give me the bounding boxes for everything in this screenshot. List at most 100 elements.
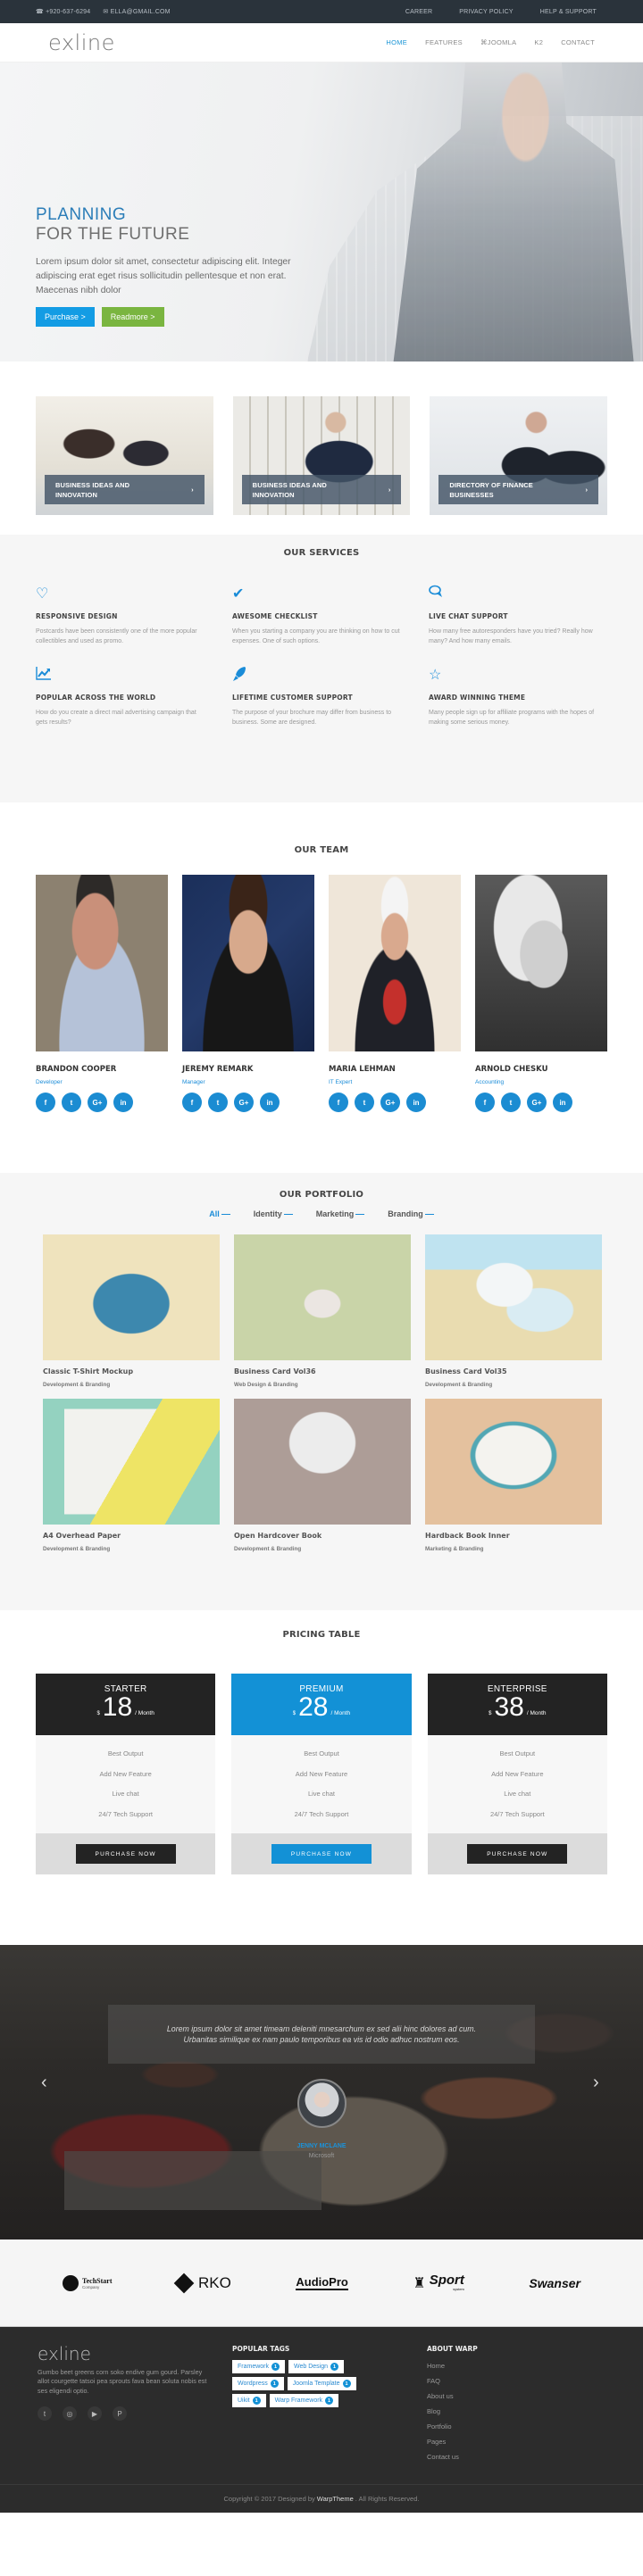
member-name: ARNOLD CHESKU — [475, 1065, 548, 1074]
tag-framework[interactable]: Framework 1 — [232, 2360, 286, 2373]
heart-icon: ♡ — [36, 586, 49, 602]
linkedin-icon[interactable]: in — [260, 1093, 280, 1112]
service-text: When you starting a company you are thin… — [232, 628, 400, 644]
services-section: OUR SERVICES ♡ RESPONSIVE DESIGN Postcar… — [0, 535, 643, 802]
linkedin-icon[interactable]: in — [113, 1093, 133, 1112]
twitter-icon[interactable]: t — [208, 1093, 228, 1112]
nav-item-home[interactable]: HOME — [386, 38, 407, 46]
pricing-title: PRICING TABLE — [282, 1630, 361, 1640]
footer-link-about[interactable]: About us — [427, 2392, 478, 2407]
chevron-right-icon[interactable]: › — [593, 2073, 599, 2093]
chevron-right-icon: › — [388, 486, 391, 494]
portfolio-item[interactable]: Business Card Vol35 Development & Brandi… — [425, 1234, 602, 1388]
twitter-icon[interactable]: t — [355, 1093, 374, 1112]
tag-uikit[interactable]: Uikit 1 — [232, 2394, 266, 2407]
portfolio-item[interactable]: Open Hardcover Book Development & Brandi… — [234, 1399, 411, 1552]
main-navbar: exline HOME FEATURES ⌘JOOMLA K2 CONTACT — [0, 23, 643, 62]
contact-email[interactable]: ✉ ELLA@GMAIL.COM — [103, 8, 170, 15]
member-role: Accounting — [475, 1079, 505, 1085]
client-logo-rko[interactable]: RKO — [173, 2273, 231, 2293]
service-title: RESPONSIVE DESIGN — [36, 612, 118, 620]
footer-link-contact[interactable]: Contact us — [427, 2453, 478, 2468]
facebook-icon[interactable]: f — [182, 1093, 202, 1112]
twitter-icon[interactable]: t — [38, 2406, 52, 2422]
feature-box[interactable]: BUSINESS IDEAS AND INNOVATION › — [232, 396, 411, 515]
pinterest-icon[interactable]: P — [113, 2406, 127, 2422]
portfolio-item[interactable]: Business Card Vol36 Web Design & Brandin… — [234, 1234, 411, 1388]
portfolio-item-category: Marketing & Branding — [425, 1546, 484, 1552]
filter-identity[interactable]: Identity — [254, 1209, 293, 1218]
google-plus-icon[interactable]: G+ — [380, 1093, 400, 1112]
topbar-link-help[interactable]: HELP & SUPPORT — [540, 9, 597, 15]
filter-branding[interactable]: Branding — [388, 1209, 434, 1218]
topbar-link-privacy[interactable]: PRIVACY POLICY — [459, 9, 514, 15]
site-logo[interactable]: exline — [48, 30, 115, 55]
business-card-image — [234, 1234, 411, 1360]
member-photo — [329, 875, 461, 1051]
footer-link-home[interactable]: Home — [427, 2362, 478, 2377]
google-plus-icon[interactable]: G+ — [88, 1093, 107, 1112]
filter-all[interactable]: All — [209, 1209, 230, 1218]
footer-link-blog[interactable]: Blog — [427, 2407, 478, 2422]
client-logo-techstart[interactable]: TechStart Company — [63, 2274, 112, 2291]
feature-box[interactable]: BUSINESS IDEAS AND INNOVATION › — [36, 396, 213, 515]
footer-link-faq[interactable]: FAQ — [427, 2377, 478, 2392]
team-section: OUR TEAM BRANDON COOPER Developer f t G+ in… — [0, 802, 643, 1173]
footer-link-pages[interactable]: Pages — [427, 2438, 478, 2453]
nav-item-features[interactable]: FEATURES — [425, 38, 463, 46]
chevron-right-icon: › — [191, 486, 194, 494]
twitter-icon[interactable]: t — [62, 1093, 81, 1112]
rocket-icon — [232, 666, 429, 686]
tag-warp-framework[interactable]: Warp Framework 1 — [269, 2394, 339, 2407]
chat-icon — [429, 585, 625, 604]
purchase-now-button[interactable]: PURCHASE NOW — [75, 1844, 176, 1864]
linkedin-icon[interactable]: in — [406, 1093, 426, 1112]
facebook-icon[interactable]: f — [329, 1093, 348, 1112]
readmore-button[interactable]: Readmore > — [101, 307, 164, 327]
client-logo-sport[interactable]: ♜ Sport system — [413, 2273, 464, 2292]
contact-phone[interactable]: ☎ +920-637-6294 — [36, 8, 90, 15]
purchase-button[interactable]: Purchase > — [36, 307, 95, 327]
client-logo-swanser[interactable]: Swanser — [529, 2276, 580, 2290]
pricing-section: PRICING TABLE STARTER $18/ Month Best Ou… — [0, 1610, 643, 1945]
service-text: How many free autoresponders have you tr… — [429, 628, 593, 644]
youtube-icon[interactable]: ▶ — [88, 2406, 102, 2422]
google-plus-icon[interactable]: G+ — [234, 1093, 254, 1112]
instagram-icon[interactable]: ◎ — [63, 2406, 77, 2422]
plan-features: Best Output Add New Feature Live chat 24/7 … — [427, 1735, 607, 1833]
twitter-icon[interactable]: t — [501, 1093, 521, 1112]
team-member: BRANDON COOPER Developer f t G+ in — [36, 875, 168, 1112]
purchase-now-button[interactable]: PURCHASE NOW — [467, 1844, 568, 1864]
portfolio-item[interactable]: Classic T-Shirt Mockup Development & Bra… — [43, 1234, 220, 1388]
portfolio-item[interactable]: Hardback Book Inner Marketing & Branding — [425, 1399, 602, 1552]
warptheme-link[interactable]: WarpTheme — [317, 2495, 354, 2503]
topbar-link-career[interactable]: CAREER — [405, 9, 432, 15]
service-text: The purpose of your brochure may differ … — [232, 710, 392, 726]
tag-web-design[interactable]: Web Design 1 — [288, 2360, 345, 2373]
bodybuilder-icon: ♜ — [413, 2275, 426, 2291]
portfolio-item-title: Open Hardcover Book — [234, 1532, 322, 1540]
tag-joomla-template[interactable]: Joomla Template 1 — [287, 2377, 356, 2390]
footer-description: Gumbo beet greens corn soko endive gum g… — [38, 2368, 207, 2395]
footer-link-portfolio[interactable]: Portfolio — [427, 2422, 478, 2438]
google-plus-icon[interactable]: G+ — [527, 1093, 547, 1112]
portfolio-item[interactable]: A4 Overhead Paper Development & Branding — [43, 1399, 220, 1552]
purchase-now-button[interactable]: PURCHASE NOW — [271, 1844, 372, 1864]
pricing-plan-starter: STARTER $18/ Month Best Output Add New Fe… — [36, 1674, 216, 1874]
feature-box[interactable]: DIRECTORY OF FINANCE BUSINESSES › — [430, 396, 608, 515]
diamond-icon — [173, 2273, 195, 2293]
filter-marketing[interactable]: Marketing — [316, 1209, 365, 1218]
footer-logo[interactable]: exline — [38, 2343, 207, 2364]
facebook-icon[interactable]: f — [475, 1093, 495, 1112]
client-logo-audiopro[interactable]: AudioPro — [296, 2275, 348, 2290]
service-title: AWARD WINNING THEME — [429, 694, 526, 702]
nav-item-contact[interactable]: CONTACT — [561, 38, 595, 46]
tag-wordpress[interactable]: Wordpress 1 — [232, 2377, 284, 2390]
plan-price: 18 — [102, 1692, 133, 1722]
nav-item-k2[interactable]: K2 — [534, 38, 543, 46]
facebook-icon[interactable]: f — [36, 1093, 55, 1112]
linkedin-icon[interactable]: in — [553, 1093, 572, 1112]
nav-item-joomla[interactable]: ⌘JOOMLA — [480, 38, 516, 46]
chevron-left-icon[interactable]: ‹ — [41, 2073, 47, 2093]
hero-content: PLANNING FOR THE FUTURE Lorem ipsum dolo… — [36, 205, 304, 327]
